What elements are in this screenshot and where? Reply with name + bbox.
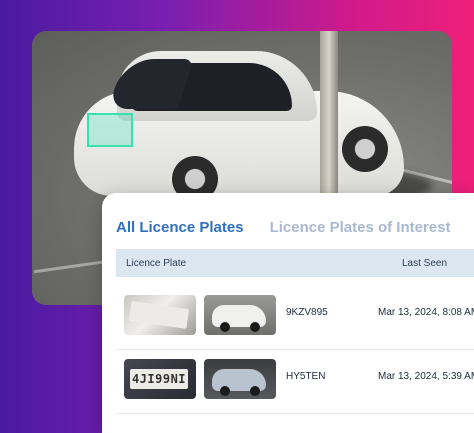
plate-thumbnail[interactable]: 4JI99NI xyxy=(124,359,196,399)
last-seen-timestamp: Mar 13, 2024, 5:39 AM xyxy=(378,371,474,382)
vehicle-wheel xyxy=(220,386,230,396)
tab-licence-plates-of-interest[interactable]: Licence Plates of Interest xyxy=(270,219,451,236)
tab-all-licence-plates[interactable]: All Licence Plates xyxy=(116,219,244,236)
column-header-licence-plate[interactable]: Licence Plate xyxy=(126,258,186,269)
table-row[interactable]: 4JI99NI HY5TEN Mar 13, 2024, 5:39 AM xyxy=(116,353,474,414)
table-header: Licence Plate Last Seen xyxy=(116,249,474,277)
vehicle-wheel xyxy=(250,322,260,332)
table-row[interactable]: 9KZV895 Mar 13, 2024, 8:08 AM xyxy=(116,289,474,350)
vehicle-wheel xyxy=(220,322,230,332)
plate-thumbnail-text xyxy=(128,301,190,329)
last-seen-timestamp: Mar 13, 2024, 8:08 AM xyxy=(378,307,474,318)
licence-plates-panel: All Licence Plates Licence Plates of Int… xyxy=(102,193,474,433)
vehicle-thumbnail[interactable] xyxy=(204,359,276,399)
plate-detection-box xyxy=(87,113,133,147)
column-header-last-seen[interactable]: Last Seen xyxy=(402,258,447,269)
vehicle-thumbnail[interactable] xyxy=(204,295,276,335)
vehicle-wheel xyxy=(250,386,260,396)
plate-thumbnail[interactable] xyxy=(124,295,196,335)
car-wheel xyxy=(342,126,388,172)
plate-number: 9KZV895 xyxy=(286,307,328,318)
plate-number: HY5TEN xyxy=(286,371,326,382)
tab-bar: All Licence Plates Licence Plates of Int… xyxy=(116,219,450,236)
plate-thumbnail-text: 4JI99NI xyxy=(130,369,188,389)
